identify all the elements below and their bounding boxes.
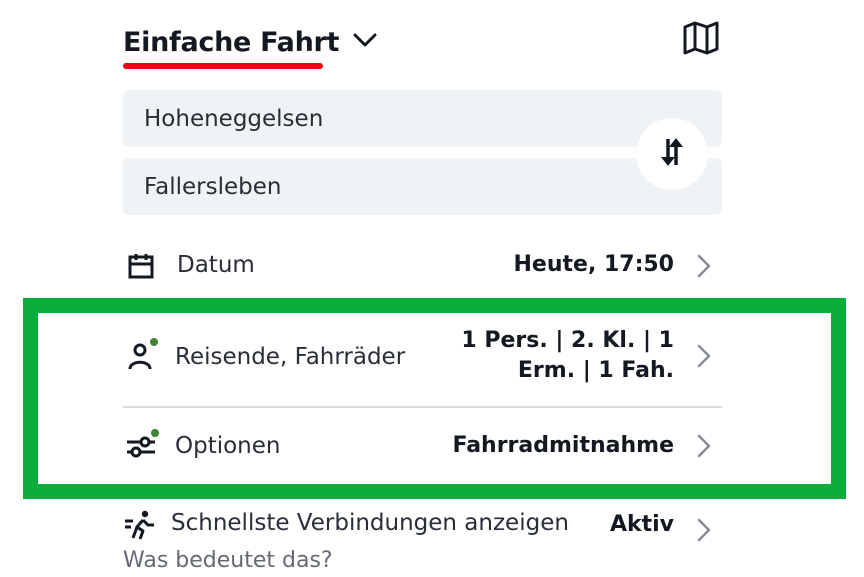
options-label: Optionen	[175, 433, 281, 459]
date-value: Heute, 17:50	[513, 252, 674, 277]
map-button[interactable]	[680, 20, 722, 60]
swap-stations-button[interactable]	[636, 118, 708, 190]
date-label: Datum	[177, 252, 255, 278]
to-station-value: Fallersleben	[144, 173, 282, 200]
travelers-value-line2: Erm. | 1 Fah.	[517, 358, 674, 383]
trip-type-underline	[123, 63, 323, 69]
travelers-label: Reisende, Fahrräder	[175, 344, 406, 370]
travelers-row[interactable]: Reisende, Fahrräder 1 Pers. | 2. Kl. | 1…	[123, 318, 722, 402]
calendar-icon	[127, 252, 155, 280]
sliders-icon	[125, 428, 161, 460]
chevron-right-icon	[694, 432, 714, 464]
to-station-field[interactable]: Fallersleben	[123, 158, 722, 215]
fastest-connections-row[interactable]: Schnellste Verbindungen anzeigen Aktiv	[123, 504, 722, 548]
from-station-value: Hoheneggelsen	[144, 105, 324, 132]
trip-type-selector[interactable]: Einfache Fahrt	[123, 22, 377, 62]
person-icon	[125, 338, 161, 372]
trip-type-label: Einfache Fahrt	[123, 26, 340, 58]
fastest-connections-value: Aktiv	[609, 512, 674, 537]
walking-fast-icon	[123, 510, 157, 540]
fastest-connections-label: Schnellste Verbindungen anzeigen	[171, 510, 569, 536]
options-row[interactable]: Optionen Fahrradmitnahme	[123, 418, 722, 474]
travelers-value: 1 Pers. | 2. Kl. | 1 Erm. | 1 Fah.	[461, 326, 674, 386]
help-link[interactable]: Was bedeutet das?	[123, 548, 333, 573]
from-station-field[interactable]: Hoheneggelsen	[123, 90, 722, 147]
date-row[interactable]: Datum Heute, 17:50	[123, 238, 722, 294]
row-divider	[123, 406, 722, 408]
map-icon	[683, 21, 719, 59]
travelers-value-line1: 1 Pers. | 2. Kl. | 1	[461, 328, 674, 353]
options-value: Fahrradmitnahme	[452, 433, 674, 458]
chevron-down-icon	[353, 32, 377, 52]
swap-arrows-icon	[657, 135, 687, 173]
chevron-right-icon	[694, 342, 714, 374]
chevron-right-icon	[694, 252, 714, 284]
chevron-right-icon	[694, 516, 714, 548]
